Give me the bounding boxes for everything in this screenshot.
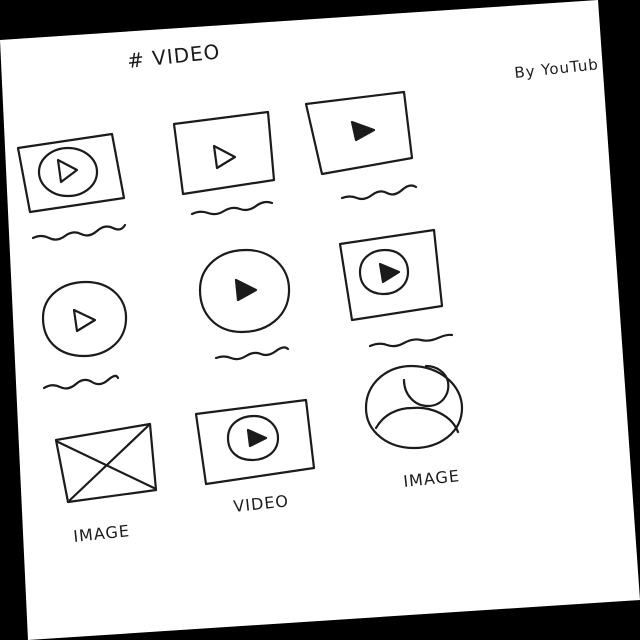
user-avatar-icon[interactable] [364,364,464,450]
video-thumbnail-play-filled-icon[interactable] [304,90,414,176]
caption-squiggle [368,333,454,348]
video-thumbnail-play-outline-icon[interactable] [172,110,276,196]
circle-play-filled-icon[interactable] [198,248,291,334]
video-thumbnail-circle-play-filled-icon[interactable] [338,228,444,322]
circle-play-outline-icon[interactable] [41,280,128,358]
video-thumbnail-circle-play-outline-icon[interactable] [16,132,126,214]
hashtag-title: # VIDEO [126,39,221,73]
byline-text: By YouTub [514,55,600,82]
sketch-viewport: # VIDEO By YouTub IMAGE VIDEO IMAGE [0,0,640,640]
image-placeholder-icon[interactable] [54,422,158,504]
image-label-right: IMAGE [402,466,460,491]
caption-squiggle [214,346,290,361]
image-label-left: IMAGE [72,521,130,546]
video-label: VIDEO [232,491,289,516]
wireframe-sketch: # VIDEO By YouTub IMAGE VIDEO IMAGE [16,39,600,546]
caption-squiggle [190,200,274,216]
video-thumbnail-circle-play-filled-icon[interactable] [194,398,316,486]
caption-squiggle [340,184,418,201]
caption-squiggle [31,223,127,241]
caption-squiggle [42,374,120,390]
